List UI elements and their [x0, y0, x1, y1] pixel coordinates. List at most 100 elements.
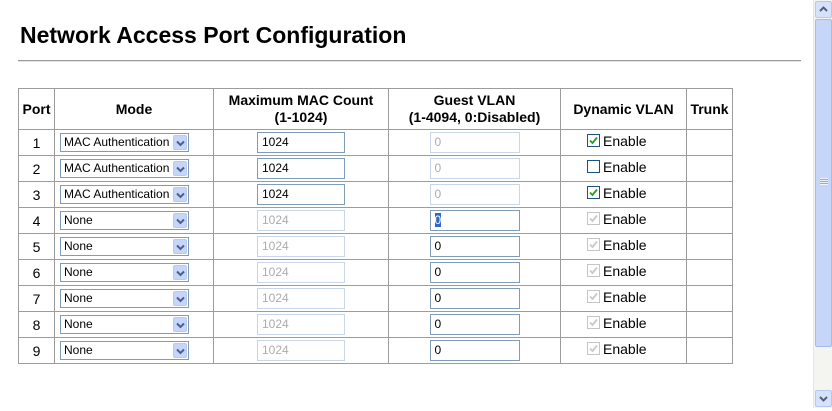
max-mac-value: 1024	[262, 239, 289, 253]
table-body: 1 MAC Authentication 1024 0 Enable 2 MAC Authe…	[18, 129, 733, 364]
checkbox-box[interactable]	[587, 160, 600, 174]
dynamic-vlan-checkbox[interactable]: Enable	[587, 133, 647, 149]
max-mac-cell: 1024	[213, 233, 389, 260]
max-mac-value: 1024	[262, 213, 289, 227]
guest-vlan-input: 0	[429, 184, 520, 205]
mode-select[interactable]: None	[60, 263, 189, 282]
guest-vlan-input[interactable]: 0	[429, 314, 520, 335]
max-mac-input[interactable]: 1024	[257, 132, 345, 153]
max-mac-input: 1024	[257, 314, 345, 335]
mode-select[interactable]: MAC Authentication	[60, 133, 189, 152]
mode-select-value: None	[64, 213, 93, 227]
max-mac-cell: 1024	[213, 285, 389, 312]
guest-vlan-cell: 0	[388, 259, 561, 286]
guest-vlan-cell: 0	[388, 285, 561, 312]
mode-select[interactable]: None	[60, 211, 189, 230]
dropdown-button[interactable]	[173, 239, 187, 254]
dynamic-vlan-cell: Enable	[560, 259, 687, 286]
checkbox-box	[587, 290, 600, 304]
vertical-scrollbar[interactable]	[813, 0, 832, 408]
port-config-table: Port Mode Maximum MAC Count (1-1024) Gue…	[18, 88, 733, 364]
trunk-cell	[686, 311, 733, 338]
mode-select[interactable]: None	[60, 315, 189, 334]
dropdown-button[interactable]	[173, 213, 187, 228]
port-number: 2	[18, 155, 55, 182]
dropdown-button[interactable]	[173, 343, 187, 358]
max-mac-input: 1024	[257, 340, 345, 361]
dropdown-button[interactable]	[173, 187, 187, 202]
max-mac-value: 1024	[262, 161, 289, 175]
header-mode: Mode	[54, 88, 214, 130]
header-dynamic-vlan: Dynamic VLAN	[560, 88, 687, 130]
dynamic-vlan-cell: Enable	[560, 155, 687, 182]
dropdown-button[interactable]	[173, 161, 187, 176]
mode-select[interactable]: None	[60, 341, 189, 360]
mode-cell: None	[54, 285, 214, 312]
guest-vlan-input[interactable]: 0	[429, 236, 520, 257]
guest-vlan-input[interactable]: 0	[429, 340, 520, 361]
dynamic-vlan-cell: Enable	[560, 207, 687, 234]
port-number: 7	[18, 285, 55, 312]
dynamic-vlan-label: Enable	[603, 210, 647, 227]
max-mac-input[interactable]: 1024	[257, 158, 345, 179]
table-row: 4 None 1024 0 Enable	[18, 207, 733, 234]
port-number: 1	[18, 129, 55, 156]
checkbox-box[interactable]	[587, 186, 600, 200]
scrollbar-thumb[interactable]	[815, 19, 832, 347]
max-mac-input[interactable]: 1024	[257, 184, 345, 205]
dynamic-vlan-label: Enable	[603, 314, 647, 331]
guest-vlan-cell: 0	[388, 233, 561, 260]
scrollbar-grip	[820, 178, 828, 185]
scroll-up-arrow-icon	[819, 6, 828, 12]
dynamic-vlan-label: Enable	[603, 262, 647, 279]
dropdown-button[interactable]	[173, 135, 187, 150]
port-number: 3	[18, 181, 55, 208]
guest-vlan-value: 0	[434, 213, 442, 227]
header-max-mac-title: Maximum MAC Count	[228, 92, 374, 108]
dynamic-vlan-checkbox: Enable	[587, 211, 647, 227]
guest-vlan-input[interactable]: 0	[429, 210, 520, 231]
scroll-down-arrow-icon	[819, 396, 828, 402]
mode-cell: None	[54, 337, 214, 364]
header-port: Port	[18, 88, 55, 130]
trunk-cell	[686, 337, 733, 364]
scroll-down-button[interactable]	[815, 390, 832, 407]
dropdown-button[interactable]	[173, 291, 187, 306]
checkbox-box	[587, 264, 600, 278]
dynamic-vlan-checkbox[interactable]: Enable	[587, 185, 647, 201]
guest-vlan-input[interactable]: 0	[429, 262, 520, 283]
max-mac-value: 1024	[262, 317, 289, 331]
checkbox-box	[587, 316, 600, 330]
max-mac-input: 1024	[257, 288, 345, 309]
header-guest-vlan: Guest VLAN (1-4094, 0:Disabled)	[388, 88, 561, 130]
guest-vlan-value: 0	[434, 135, 442, 149]
header-trunk: Trunk	[686, 88, 733, 130]
trunk-cell	[686, 155, 733, 182]
dropdown-button[interactable]	[173, 317, 187, 332]
table-row: 2 MAC Authentication 1024 0 Enable	[18, 155, 733, 182]
dropdown-button[interactable]	[173, 265, 187, 280]
max-mac-value: 1024	[262, 343, 289, 357]
table-row: 7 None 1024 0 Enable	[18, 285, 733, 312]
scroll-up-button[interactable]	[815, 1, 832, 18]
max-mac-cell: 1024	[213, 181, 389, 208]
dynamic-vlan-checkbox[interactable]: Enable	[587, 159, 647, 175]
mode-cell: None	[54, 311, 214, 338]
mode-select-value: None	[64, 291, 93, 305]
max-mac-cell: 1024	[213, 155, 389, 182]
mode-select[interactable]: None	[60, 237, 189, 256]
guest-vlan-cell: 0	[388, 207, 561, 234]
guest-vlan-cell: 0	[388, 311, 561, 338]
mode-select[interactable]: None	[60, 289, 189, 308]
max-mac-cell: 1024	[213, 337, 389, 364]
mode-select[interactable]: MAC Authentication	[60, 159, 189, 178]
guest-vlan-input[interactable]: 0	[429, 288, 520, 309]
trunk-cell	[686, 233, 733, 260]
mode-select-value: None	[64, 239, 93, 253]
dynamic-vlan-cell: Enable	[560, 181, 687, 208]
guest-vlan-value: 0	[434, 265, 442, 279]
mode-cell: MAC Authentication	[54, 181, 214, 208]
mode-select[interactable]: MAC Authentication	[60, 185, 189, 204]
header-guest-vlan-range: (1-4094, 0:Disabled)	[408, 109, 541, 125]
checkbox-box[interactable]	[587, 134, 600, 148]
